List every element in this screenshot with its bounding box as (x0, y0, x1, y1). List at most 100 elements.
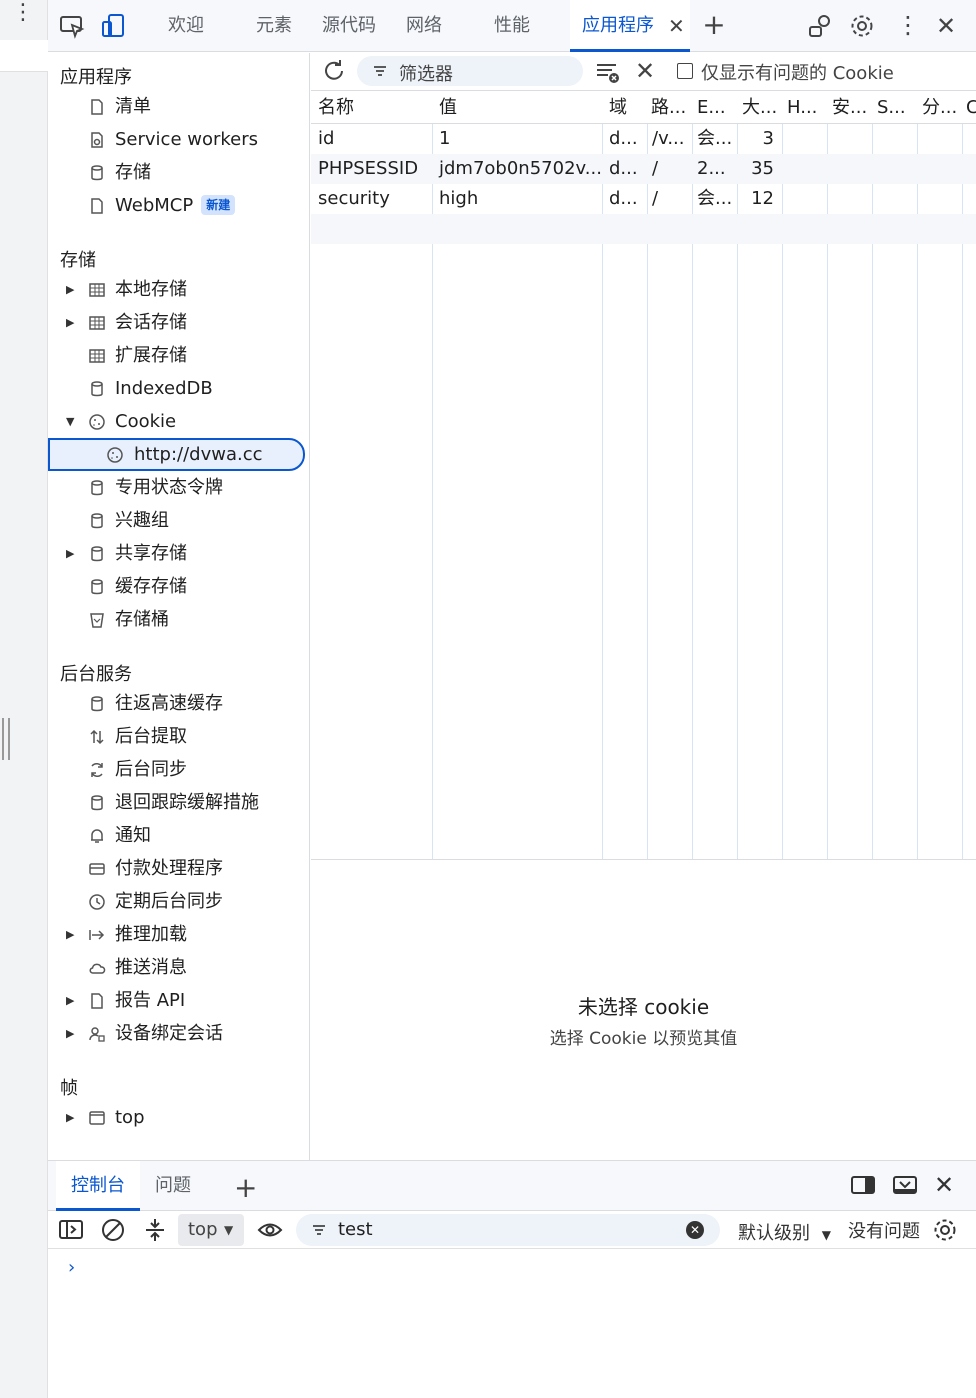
column-header-partition-key[interactable]: 分... (917, 91, 962, 124)
tab-welcome[interactable]: 欢迎 (158, 0, 214, 52)
context-selector[interactable]: top ▼ (178, 1214, 244, 1246)
ai-assistant-icon[interactable] (806, 12, 834, 40)
filter-icon (310, 1221, 328, 1239)
add-tab-icon[interactable]: + (700, 11, 728, 40)
sidebar-item-background-fetch[interactable]: 后台提取 (48, 720, 309, 753)
sidebar-item-service-workers[interactable]: Service workers (48, 123, 309, 156)
column-header-size[interactable]: 大... (737, 91, 782, 124)
log-level-dropdown[interactable]: 默认级别 ▼ (738, 1219, 831, 1245)
table-row[interactable]: id 1 d... /v... 会... 3 (311, 124, 976, 154)
sidebar-item-cookies[interactable]: ▼ Cookie (48, 405, 309, 438)
tab-application[interactable]: 应用程序 ✕ (570, 0, 690, 52)
column-header-httponly[interactable]: H... (782, 91, 827, 124)
column-header-secure[interactable]: 安... (827, 91, 872, 124)
column-header-expires[interactable]: E... (692, 91, 737, 124)
sidebar-item-background-sync[interactable]: 后台同步 (48, 753, 309, 786)
close-drawer-icon[interactable]: ✕ (934, 1171, 954, 1199)
issues-counter[interactable]: 没有问题 (848, 1217, 920, 1243)
sidebar-item-cache-storage[interactable]: 缓存存储 (48, 570, 309, 603)
collapse-icon[interactable] (142, 1217, 168, 1243)
console-filter-input[interactable]: test ✕ (296, 1214, 720, 1246)
tab-elements[interactable]: 元素 (246, 0, 302, 52)
tab-network[interactable]: 网络 (396, 0, 452, 52)
expand-arrow-icon[interactable]: ▶ (66, 984, 78, 1017)
sidebar-item-indexeddb[interactable]: IndexedDB (48, 372, 309, 405)
sidebar-item-notifications[interactable]: 通知 (48, 819, 309, 852)
sidebar-item-shared-storage[interactable]: ▶ 共享存储 (48, 537, 309, 570)
table-row[interactable]: security high d... / 会... 12 (311, 184, 976, 214)
sidebar-item-periodic-sync[interactable]: 定期后台同步 (48, 885, 309, 918)
table-row[interactable]: PHPSESSID jdm7ob0n5702v... d... / 2... 3… (311, 154, 976, 184)
more-vertical-icon[interactable]: ⋮ (12, 2, 34, 24)
sidebar-item-label: 报告 API (115, 990, 186, 1011)
sidebar-item-label: IndexedDB (115, 378, 213, 399)
clear-filter-icon[interactable]: ✕ (686, 1221, 704, 1239)
sidebar-item-bfcache[interactable]: 往返高速缓存 (48, 687, 309, 720)
sidebar-item-webmcp[interactable]: WebMCP 新建 (48, 189, 309, 222)
sidebar-item-storage-buckets[interactable]: 存储桶 (48, 603, 309, 636)
console-prompt[interactable]: › (68, 1257, 75, 1278)
sidebar-item-session-storage[interactable]: ▶ 会话存储 (48, 306, 309, 339)
sidebar-item-label: 缓存存储 (115, 576, 187, 597)
live-expression-eye-icon[interactable] (256, 1219, 284, 1241)
tab-performance[interactable]: 性能 (484, 0, 540, 52)
inspect-element-icon[interactable] (58, 12, 86, 40)
settings-gear-icon[interactable] (848, 12, 876, 40)
sidebar-item-extension-storage[interactable]: 扩展存储 (48, 339, 309, 372)
console-settings-gear-icon[interactable] (932, 1217, 958, 1243)
table-row-empty (311, 214, 976, 244)
device-toolbar-icon[interactable] (100, 12, 128, 40)
clear-filtered-cookies-icon[interactable] (594, 59, 622, 85)
sidebar-item-label: 本地存储 (115, 279, 187, 300)
expand-arrow-icon[interactable]: ▶ (66, 1101, 78, 1134)
cell-domain: d... (609, 128, 638, 149)
sidebar-item-manifest[interactable]: 清单 (48, 90, 309, 123)
database-icon (88, 479, 106, 497)
sidebar-item-label: 付款处理程序 (115, 858, 223, 879)
more-options-icon[interactable]: ⋮ (894, 12, 922, 40)
sidebar-item-device-bound-sessions[interactable]: ▶ 设备绑定会话 (48, 1017, 309, 1050)
minimize-drawer-icon[interactable] (892, 1174, 918, 1196)
column-header-domain[interactable]: 域 (602, 91, 647, 124)
column-header-value[interactable]: 值 (432, 91, 602, 124)
sidebar-item-payment-handler[interactable]: 付款处理程序 (48, 852, 309, 885)
column-header-name[interactable]: 名称 (311, 91, 432, 124)
sidebar-item-reporting-api[interactable]: ▶ 报告 API (48, 984, 309, 1017)
only-issues-checkbox[interactable] (677, 63, 693, 79)
sidebar-item-storage[interactable]: 存储 (48, 156, 309, 189)
column-header-cross-site[interactable]: C (962, 91, 976, 124)
sidebar-item-local-storage[interactable]: ▶ 本地存储 (48, 273, 309, 306)
tab-issues[interactable]: 问题 (146, 1161, 200, 1211)
sidebar-item-interest-groups[interactable]: 兴趣组 (48, 504, 309, 537)
expand-arrow-icon[interactable]: ▶ (66, 1017, 78, 1050)
tab-console[interactable]: 控制台 (56, 1161, 140, 1211)
collapse-arrow-icon[interactable]: ▼ (66, 405, 78, 438)
context-label: top (188, 1219, 218, 1240)
resize-handle[interactable] (2, 718, 10, 760)
column-header-samesite[interactable]: S... (872, 91, 917, 124)
expand-arrow-icon[interactable]: ▶ (66, 306, 78, 339)
clear-console-icon[interactable] (100, 1217, 126, 1243)
close-devtools-icon[interactable]: ✕ (932, 12, 960, 40)
show-sidebar-icon[interactable] (58, 1218, 84, 1242)
cookie-filter-input[interactable]: 筛选器 (357, 56, 583, 86)
expand-arrow-icon[interactable]: ▶ (66, 537, 78, 570)
sidebar-item-bounce-tracking[interactable]: 退回跟踪缓解措施 (48, 786, 309, 819)
tab-sources[interactable]: 源代码 (314, 0, 384, 52)
dock-side-icon[interactable] (850, 1174, 876, 1196)
column-header-path[interactable]: 路... (647, 91, 692, 124)
sidebar-item-speculative-loads[interactable]: ▶ 推理加载 (48, 918, 309, 951)
sidebar-item-private-state-tokens[interactable]: 专用状态令牌 (48, 471, 309, 504)
sidebar-item-label: 后台提取 (115, 726, 187, 747)
preview-title: 未选择 cookie (577, 995, 710, 1019)
clear-all-icon[interactable]: ✕ (635, 57, 655, 85)
expand-arrow-icon[interactable]: ▶ (66, 273, 78, 306)
sidebar-item-frame-top[interactable]: ▶ top (48, 1101, 309, 1134)
add-drawer-tab-icon[interactable]: + (234, 1171, 257, 1204)
sidebar-item-cookie-origin[interactable]: http://dvwa.cc (48, 438, 305, 471)
sidebar-item-label: 往返高速缓存 (115, 693, 223, 714)
refresh-icon[interactable] (321, 58, 347, 84)
sidebar-item-push-messaging[interactable]: 推送消息 (48, 951, 309, 984)
expand-arrow-icon[interactable]: ▶ (66, 918, 78, 951)
close-tab-icon[interactable]: ✕ (668, 0, 685, 52)
